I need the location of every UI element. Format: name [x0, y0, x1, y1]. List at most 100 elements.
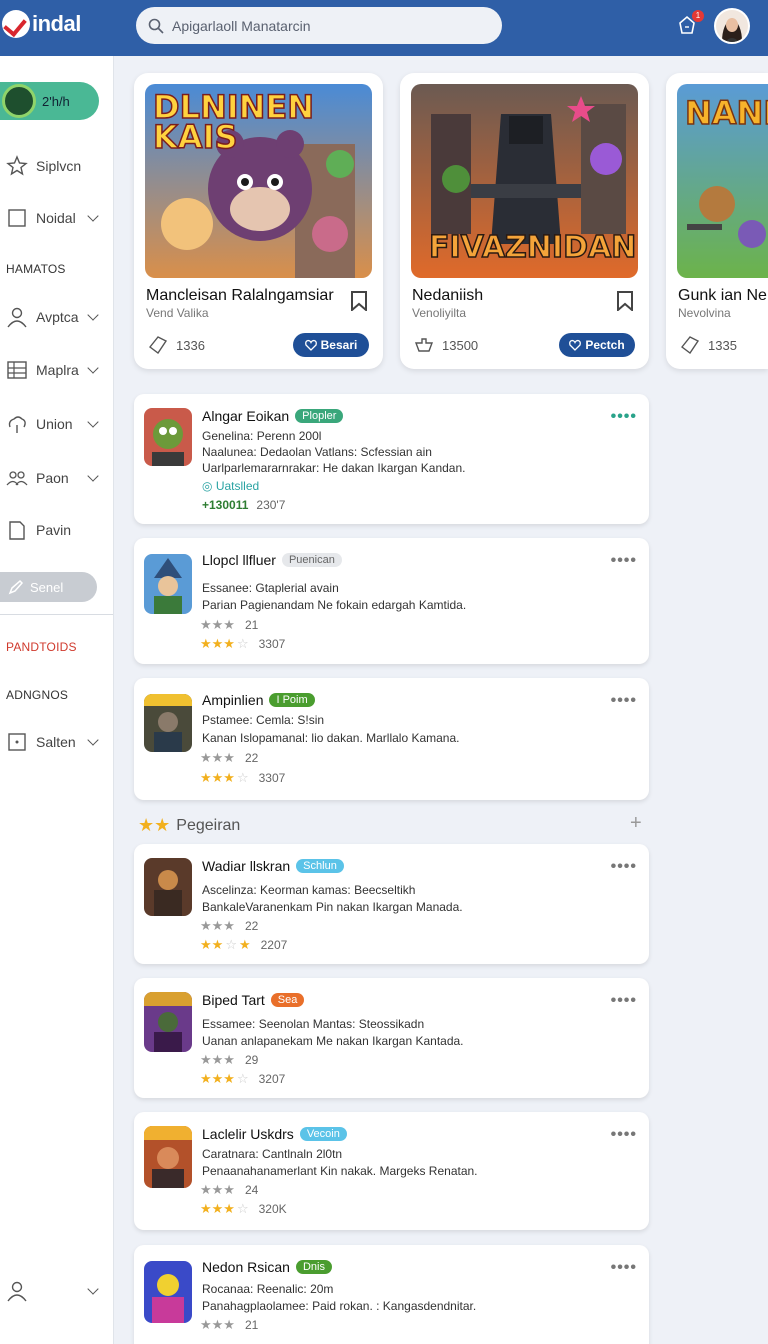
app-meta-line: Uanan anlapanekam Me nakan Ikargan Kanta… [202, 1034, 464, 1048]
sidebar: 2'h/h Siplvcn Noidal HAMATOS Avptca Mapl… [0, 56, 114, 1344]
sidebar-profile-pill[interactable]: 2'h/h [0, 82, 99, 120]
avatar-portrait-icon [716, 10, 748, 42]
app-name: Alngar Eoikan Plopler [202, 408, 344, 424]
search-input[interactable] [172, 17, 472, 34]
sidebar-item-label: Union [36, 416, 73, 432]
app-meta-line: Uarlparlemararnrakar: He dakan Ikargan K… [202, 461, 466, 475]
section-title: Pegeiran [176, 816, 241, 834]
sidebar-button-label: Senel [30, 579, 64, 595]
bookmark-icon[interactable] [351, 291, 367, 311]
avatar[interactable] [714, 8, 750, 44]
chevron-down-icon [87, 210, 99, 222]
chevron-down-icon [87, 1283, 99, 1295]
notification-button[interactable]: 1 [676, 10, 704, 38]
list-item[interactable]: Alngar Eoikan Plopler Genelina: Perenn 2… [134, 394, 649, 524]
rating-value: 29 [244, 1053, 259, 1067]
more-options-icon[interactable]: •••• [611, 552, 637, 570]
sidebar-item-maplra[interactable]: Maplra [0, 355, 113, 385]
featured-count-value: 1335 [708, 337, 737, 353]
art-title: FIVAZNIDAN [428, 229, 637, 266]
square-icon [8, 209, 26, 227]
verified-label: ◎ Uatslled [202, 479, 260, 493]
featured-subtitle: Nevolvina [678, 306, 731, 320]
list-item[interactable]: Ampinlien I Poim Pstamee: Cemla: S!sin K… [134, 678, 649, 800]
list-item[interactable]: Nedon Rsican Dnis Rocanaa: Reenalic: 20m… [134, 1245, 649, 1344]
more-options-icon[interactable]: •••• [611, 858, 637, 876]
app-meta-line: Caratnara: Cantlnaln 2l0tn [202, 1147, 343, 1161]
status-badge: Vecoin [299, 1127, 347, 1141]
ninja-thumbnail-icon [144, 992, 192, 1052]
search-icon [148, 18, 164, 34]
art-title: DLNINEN KAIS [152, 88, 315, 156]
app-name: Llopcl llfluer Puenican [202, 552, 342, 568]
group-icon [6, 471, 28, 486]
cloud-icon [8, 416, 26, 433]
growth-value: +130011 [202, 498, 249, 512]
more-options-icon[interactable]: •••• [611, 1126, 637, 1144]
sidebar-item-pavin[interactable]: Pavin [0, 515, 113, 545]
sidebar-item-avptca[interactable]: Avptca [0, 302, 113, 332]
featured-card[interactable]: DLNINEN KAIS Mancleisan Ralalngamsiar Ve… [134, 73, 383, 369]
top-header: indal 1 [0, 0, 768, 56]
chevron-down-icon [87, 470, 99, 482]
featured-button-label: Besari [320, 338, 358, 352]
art-title: NANK [684, 93, 768, 133]
featured-count: 1335 [680, 335, 737, 355]
app-name: Biped Tart Sea [202, 992, 305, 1008]
featured-card[interactable]: FIVAZNIDAN Nedaniish Venoliyilta 13500 P… [400, 73, 649, 369]
rating-stars: ★★★ 21 [200, 1317, 259, 1332]
featured-action-button[interactable]: Besari [293, 333, 369, 357]
rating-stars: ★★★ 21 [200, 617, 259, 632]
rating-value: 22 [244, 919, 259, 933]
bookmark-icon[interactable] [617, 291, 633, 311]
featured-card[interactable]: NANK Gunk ian Ner Nevolvina 1335 [666, 73, 768, 369]
gunner-thumbnail-icon [154, 870, 182, 916]
rating-stars: ★★★ 24 [200, 1182, 259, 1197]
sidebar-item-paon[interactable]: Paon [0, 463, 113, 493]
sidebar-send-button[interactable]: Senel [0, 572, 97, 602]
sidebar-item-noidal[interactable]: Noidal [0, 203, 113, 233]
status-badge: I Poim [269, 693, 315, 707]
notification-badge: 1 [692, 10, 704, 22]
featured-action-button[interactable]: Pectch [559, 333, 635, 357]
section-header: ★★ Pegeiran [138, 815, 240, 836]
featured-subtitle: Venoliyilta [412, 306, 467, 320]
rating-stars: ★★★ 22 [200, 750, 259, 765]
more-options-icon[interactable]: •••• [611, 992, 637, 1010]
add-icon[interactable]: + [630, 812, 642, 835]
tag-icon [149, 336, 168, 355]
featured-title: Mancleisan Ralalngamsiar [146, 287, 334, 304]
growth-label: +130011 230'7 [202, 498, 285, 512]
sidebar-item-siplvcn[interactable]: Siplvcn [0, 151, 113, 181]
list-item[interactable]: Llopcl llfluer Puenican Essanee: Gtapler… [134, 538, 649, 664]
app-thumbnail [144, 554, 192, 614]
list-item[interactable]: Wadiar llskran Schlun Ascelinza: Keorman… [134, 844, 649, 964]
chevron-down-icon [87, 416, 99, 428]
more-options-icon[interactable]: •••• [611, 1259, 637, 1277]
rating-stars: ★★★ ☆ 3207 [200, 1071, 286, 1086]
search-bar[interactable] [136, 7, 502, 44]
list-item[interactable]: Biped Tart Sea Essamee: Seenolan Mantas:… [134, 978, 649, 1098]
sidebar-section-adngnos: ADNGNOS [6, 688, 69, 702]
rating-count: 2207 [260, 938, 288, 952]
more-options-icon[interactable]: •••• [611, 408, 637, 426]
app-title: Nedon Rsican [202, 1259, 290, 1275]
app-name: Wadiar llskran Schlun [202, 858, 344, 874]
verified-text: Uatslled [215, 479, 260, 493]
app-meta-line: Rocanaa: Reenalic: 20m [202, 1282, 334, 1296]
hero-thumbnail-icon [152, 1274, 184, 1323]
rating-count: 320K [258, 1202, 287, 1216]
user-icon [7, 1281, 27, 1302]
logo-text: indal [32, 11, 81, 36]
sidebar-account-button[interactable] [0, 1276, 113, 1306]
more-options-icon[interactable]: •••• [611, 692, 637, 710]
logo[interactable]: indal [2, 10, 81, 38]
app-meta-line: Kanan Islopamanal: lio dakan. Marllalo K… [202, 731, 460, 745]
list-item[interactable]: Laclelir Uskdrs Vecoin Caratnara: Cantln… [134, 1112, 649, 1230]
sidebar-item-label: Paon [36, 470, 69, 486]
sidebar-item-salten[interactable]: Salten [0, 727, 113, 757]
star-icon [6, 155, 28, 176]
sidebar-item-union[interactable]: Union [0, 409, 113, 439]
app-meta-line: BankaleVaranenkam Pin nakan Ikargan Mana… [202, 900, 463, 914]
brawler-thumbnail-icon [144, 1126, 192, 1188]
